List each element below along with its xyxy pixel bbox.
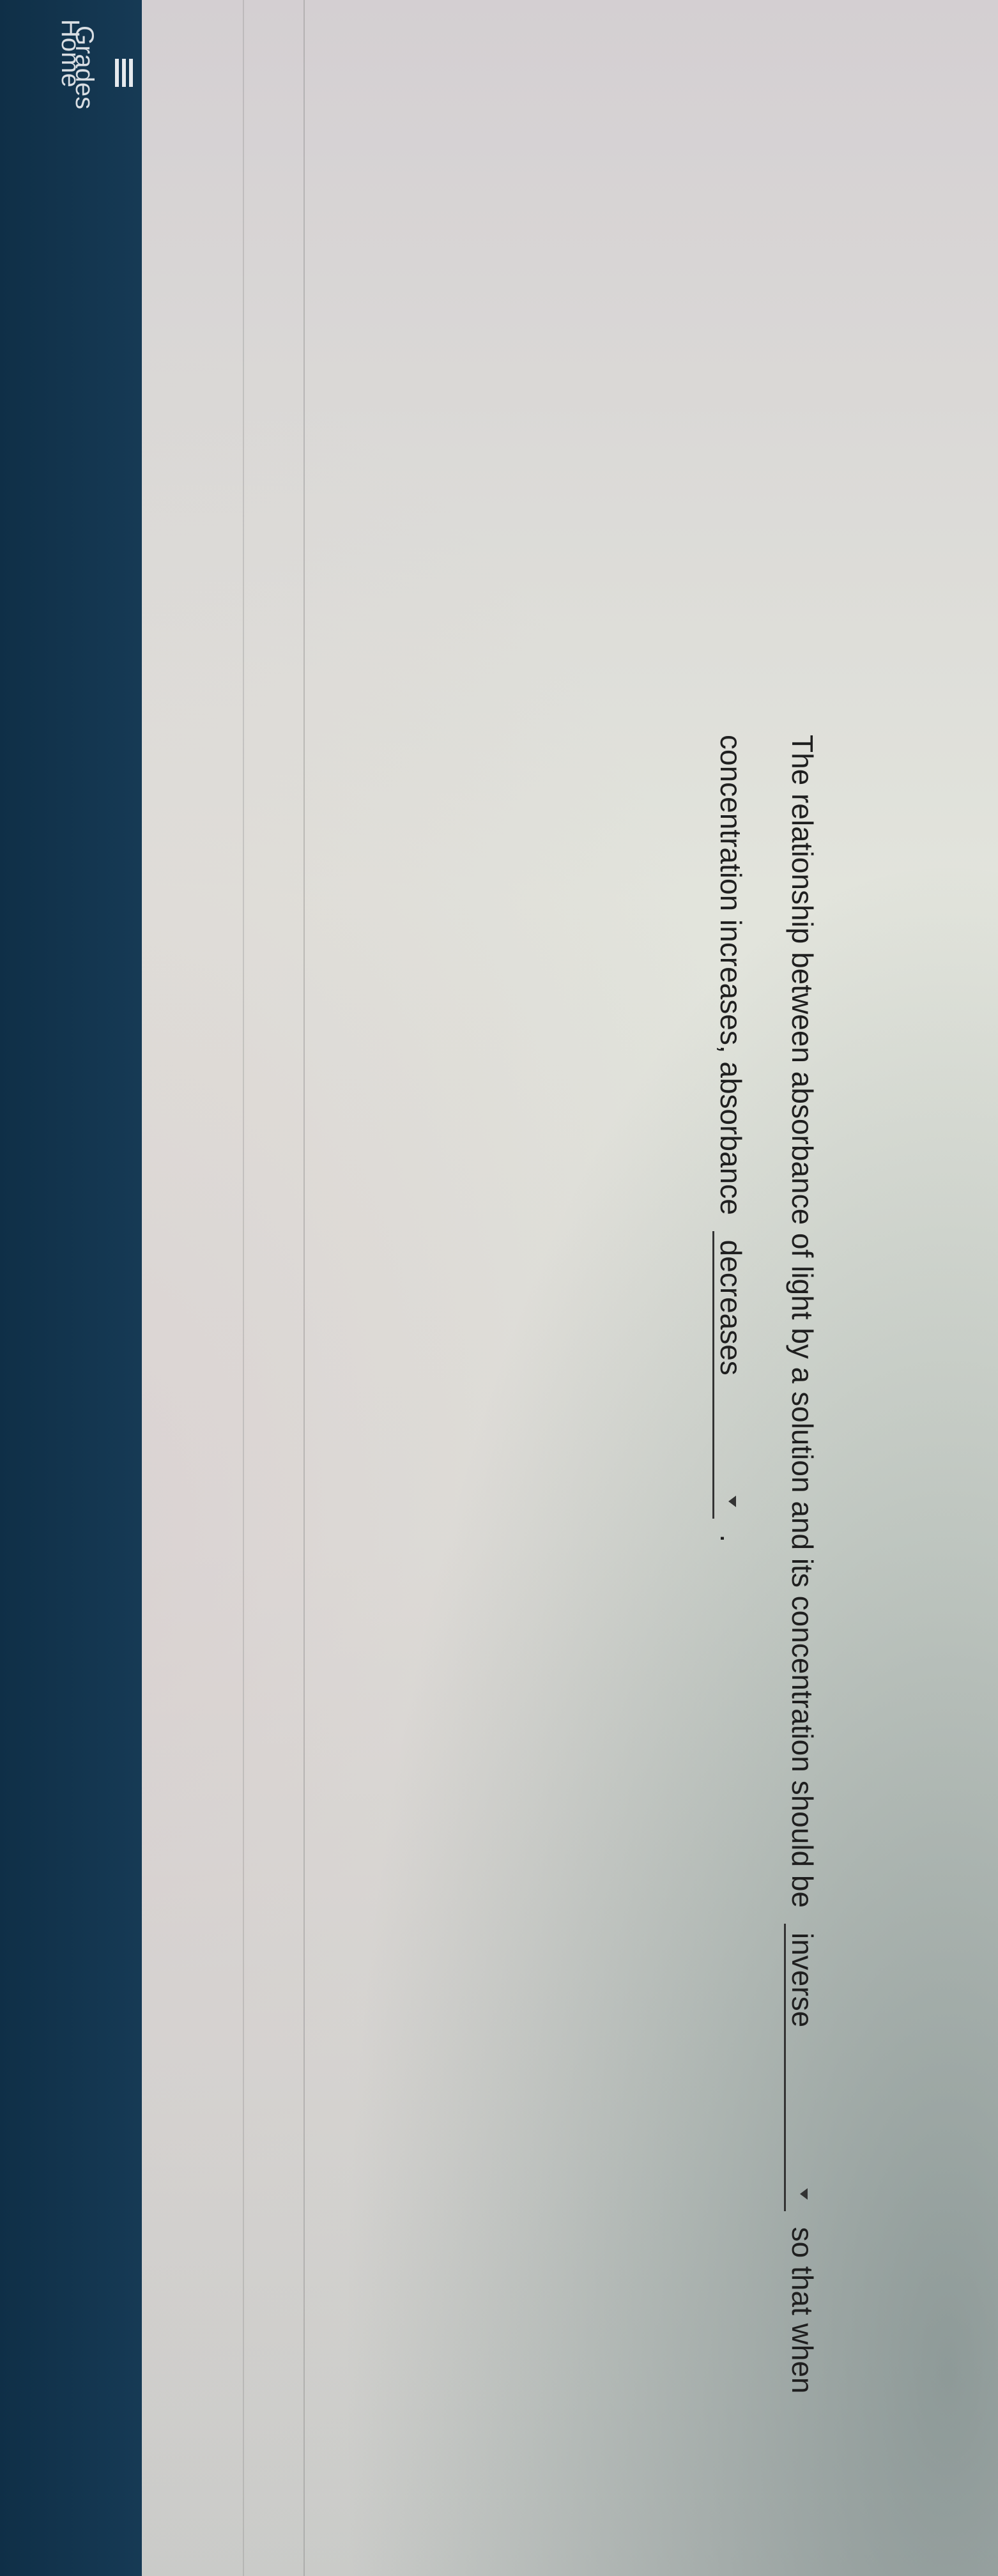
answer-select-2-value: decreases bbox=[714, 1239, 748, 1376]
dropdown-caret-icon bbox=[728, 1495, 736, 1507]
question-text-end: . bbox=[714, 1534, 748, 1543]
question-line-1: The relationship between absorbance of l… bbox=[767, 735, 838, 2460]
question-line-2: concentration increases, absorbance decr… bbox=[695, 735, 767, 2460]
nav-grades-label: Grades bbox=[70, 26, 98, 110]
photo-background: Home Grades The relationship between abs… bbox=[0, 0, 998, 2576]
answer-select-1-value: inverse bbox=[786, 1932, 819, 2028]
question-text: The relationship between absorbance of l… bbox=[786, 735, 819, 1908]
section-divider bbox=[303, 0, 305, 2576]
dropdown-caret-icon bbox=[800, 2188, 808, 2200]
section-divider bbox=[243, 0, 244, 2576]
top-navbar: Home Grades bbox=[0, 0, 142, 2576]
screen: Home Grades The relationship between abs… bbox=[0, 0, 998, 2576]
question-text: concentration increases, absorbance bbox=[714, 735, 748, 1215]
question-text: so that when bbox=[786, 2227, 819, 2394]
question-block: The relationship between absorbance of l… bbox=[695, 735, 838, 2460]
nav-grades-link[interactable]: Grades bbox=[66, 26, 137, 121]
answer-select-1[interactable]: inverse bbox=[784, 1923, 819, 2211]
grades-list-icon bbox=[107, 59, 133, 87]
answer-select-2[interactable]: decreases bbox=[712, 1230, 748, 1519]
